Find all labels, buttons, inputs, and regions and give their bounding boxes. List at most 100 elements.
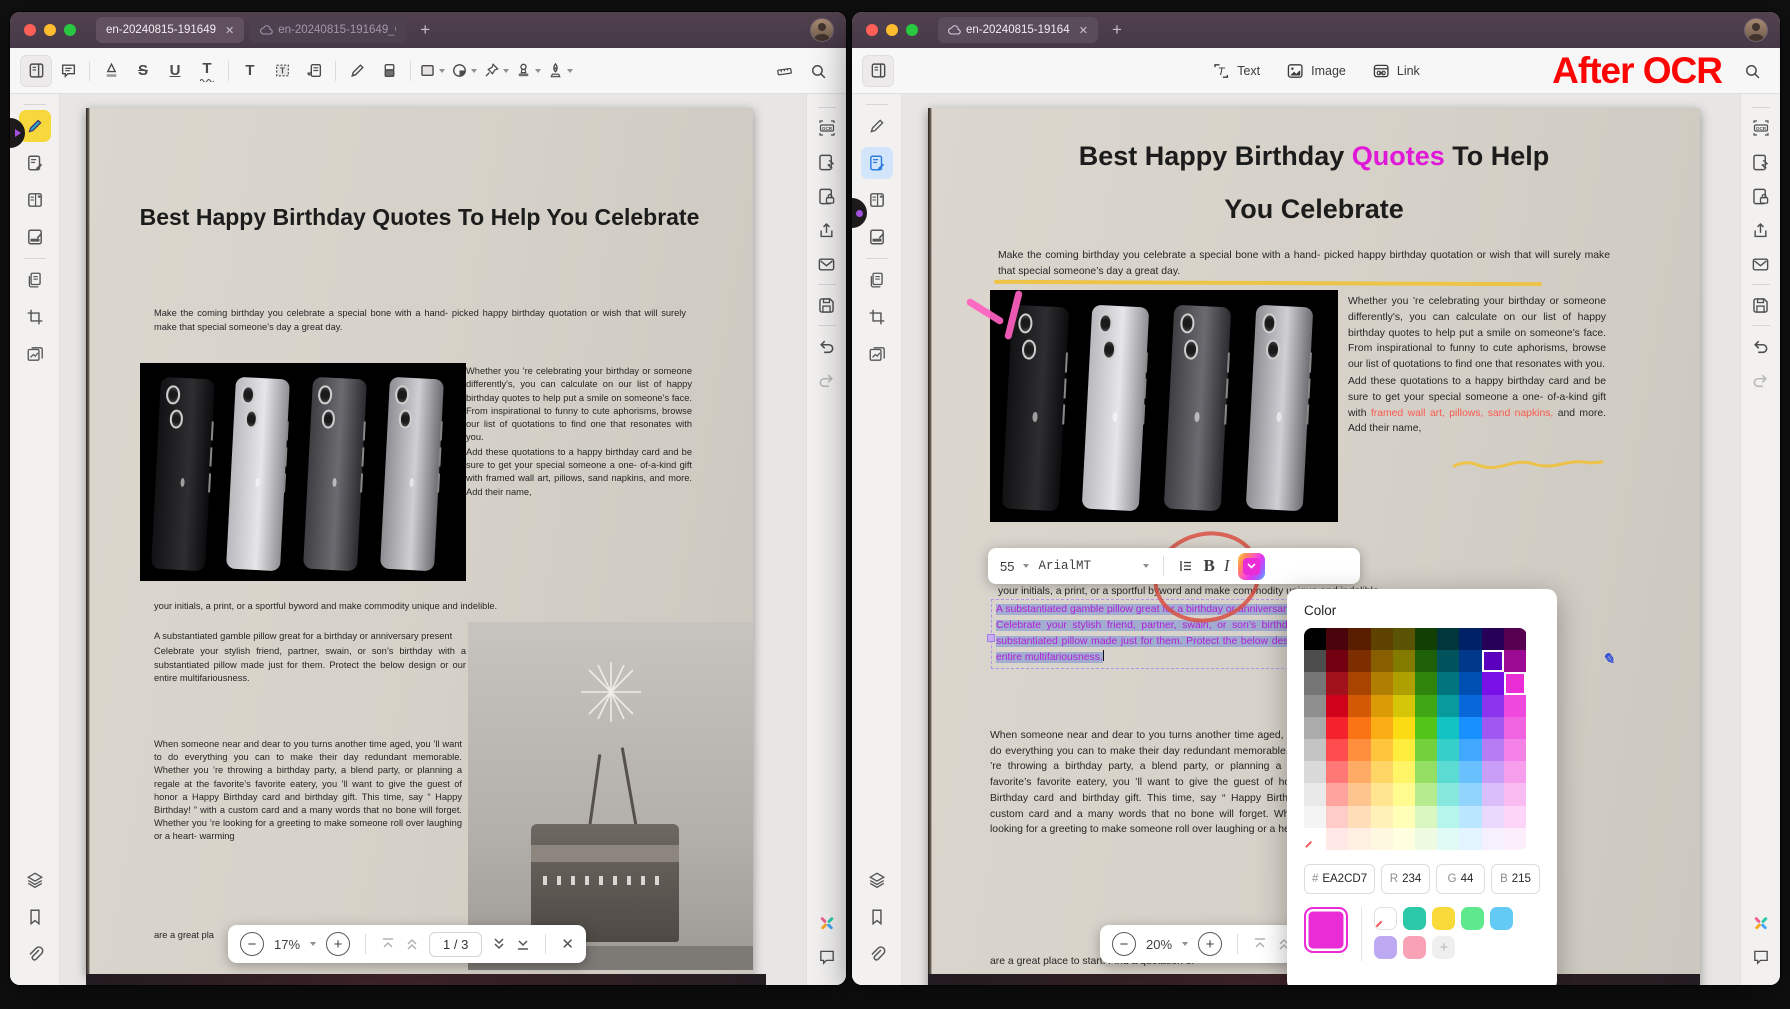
color-cell[interactable] [1393, 761, 1415, 783]
zoom-in-button[interactable]: + [1198, 932, 1222, 956]
color-cell[interactable] [1437, 739, 1459, 761]
color-cell[interactable] [1482, 739, 1504, 761]
bold-button[interactable]: B [1203, 556, 1214, 576]
italic-button[interactable]: I [1224, 556, 1230, 576]
color-cell[interactable] [1482, 717, 1504, 739]
align-icon[interactable] [1178, 558, 1194, 574]
color-cell[interactable] [1371, 717, 1393, 739]
protect-button[interactable] [1747, 182, 1775, 210]
color-cell[interactable] [1371, 672, 1393, 694]
color-cell[interactable] [1437, 672, 1459, 694]
preset-color-swatch[interactable] [1432, 907, 1455, 930]
color-cell[interactable] [1437, 628, 1459, 650]
color-cell[interactable] [1504, 628, 1526, 650]
color-cell[interactable] [1415, 783, 1437, 805]
color-cell[interactable] [1371, 806, 1393, 828]
convert-button[interactable] [813, 148, 841, 176]
eraser-tool-button[interactable] [373, 55, 405, 87]
color-cell[interactable] [1348, 761, 1370, 783]
sidebar-attachment[interactable] [19, 938, 51, 970]
text-tool-button[interactable]: T [234, 55, 266, 87]
color-cell[interactable] [1437, 761, 1459, 783]
last-page-icon[interactable] [516, 937, 530, 951]
yellow-highlight-line[interactable] [994, 280, 1542, 286]
color-cell[interactable] [1304, 650, 1326, 672]
link-tool[interactable]: Link [1372, 62, 1420, 80]
comments-panel-button[interactable] [1747, 943, 1775, 971]
ocr-button[interactable]: OCR [1747, 114, 1775, 142]
page-indicator[interactable]: 1 / 3 [429, 932, 482, 957]
color-cell[interactable] [1304, 739, 1326, 761]
share-button[interactable] [813, 216, 841, 244]
zoom-window-button[interactable] [906, 24, 918, 36]
color-cell[interactable] [1371, 628, 1393, 650]
color-cell[interactable] [1304, 672, 1326, 694]
color-cell[interactable] [1415, 650, 1437, 672]
color-cell[interactable] [1415, 828, 1437, 850]
yellow-squiggle-annotation[interactable] [1452, 458, 1604, 470]
sidebar-edit-document[interactable] [19, 147, 51, 179]
account-avatar[interactable] [1744, 18, 1768, 42]
color-cell[interactable] [1459, 650, 1481, 672]
minimize-window-button[interactable] [44, 24, 56, 36]
color-cell[interactable] [1482, 783, 1504, 805]
redo-button[interactable] [813, 366, 841, 394]
reading-mode-button[interactable] [862, 55, 894, 87]
color-cell[interactable] [1326, 628, 1348, 650]
color-cell[interactable] [1348, 828, 1370, 850]
color-cell[interactable] [1371, 650, 1393, 672]
sidebar-forms[interactable] [19, 184, 51, 216]
color-cell[interactable] [1304, 806, 1326, 828]
preset-color-swatch[interactable] [1461, 907, 1484, 930]
add-swatch-button[interactable]: + [1432, 936, 1455, 959]
zoom-out-button[interactable]: − [1112, 932, 1136, 956]
color-cell[interactable] [1415, 672, 1437, 694]
color-cell[interactable] [1326, 695, 1348, 717]
color-cell[interactable] [1459, 828, 1481, 850]
image-tool[interactable]: Image [1286, 62, 1346, 80]
title-accent[interactable]: Quotes [1352, 141, 1445, 171]
color-cell[interactable] [1459, 739, 1481, 761]
color-cell[interactable] [1393, 806, 1415, 828]
sidebar-bookmark[interactable] [861, 901, 893, 933]
color-cell[interactable] [1482, 650, 1504, 672]
color-cell[interactable] [1304, 828, 1326, 850]
preset-color-swatch[interactable] [1374, 936, 1397, 959]
color-cell[interactable] [1304, 761, 1326, 783]
color-cell[interactable] [1371, 761, 1393, 783]
color-cell[interactable] [1348, 783, 1370, 805]
color-cell[interactable] [1459, 783, 1481, 805]
color-cell[interactable] [1348, 628, 1370, 650]
color-cell[interactable] [1348, 739, 1370, 761]
pin-tool-button[interactable] [480, 55, 512, 87]
color-cell[interactable] [1459, 628, 1481, 650]
color-cell[interactable] [1371, 828, 1393, 850]
undo-button[interactable] [813, 332, 841, 360]
ai-assistant-button[interactable] [813, 909, 841, 937]
chevron-down-icon[interactable] [1023, 564, 1029, 568]
current-color-swatch[interactable] [1304, 907, 1348, 953]
zoom-in-button[interactable]: + [326, 932, 350, 956]
color-cell[interactable] [1459, 806, 1481, 828]
preset-color-swatch[interactable] [1403, 907, 1426, 930]
color-cell[interactable] [1326, 717, 1348, 739]
chevron-down-icon[interactable] [1143, 564, 1149, 568]
preset-color-swatch[interactable] [1490, 907, 1513, 930]
color-cell[interactable] [1482, 828, 1504, 850]
sidebar-pages[interactable] [861, 264, 893, 296]
color-cell[interactable] [1459, 672, 1481, 694]
color-cell[interactable] [1415, 761, 1437, 783]
close-window-button[interactable] [866, 24, 878, 36]
color-cell[interactable] [1304, 717, 1326, 739]
color-cell[interactable] [1459, 695, 1481, 717]
color-cell[interactable] [1482, 672, 1504, 694]
account-avatar[interactable] [810, 18, 834, 42]
document-area-left[interactable]: Best Happy Birthday Quotes To Help You C… [60, 94, 806, 985]
sidebar-sign[interactable] [861, 221, 893, 253]
color-cell[interactable] [1326, 672, 1348, 694]
red-field[interactable]: R234 [1381, 864, 1430, 894]
search-button[interactable] [802, 55, 834, 87]
zoom-out-button[interactable]: − [240, 932, 264, 956]
stamp-tool-button[interactable] [512, 55, 544, 87]
sidebar-annotate[interactable] [861, 110, 893, 142]
